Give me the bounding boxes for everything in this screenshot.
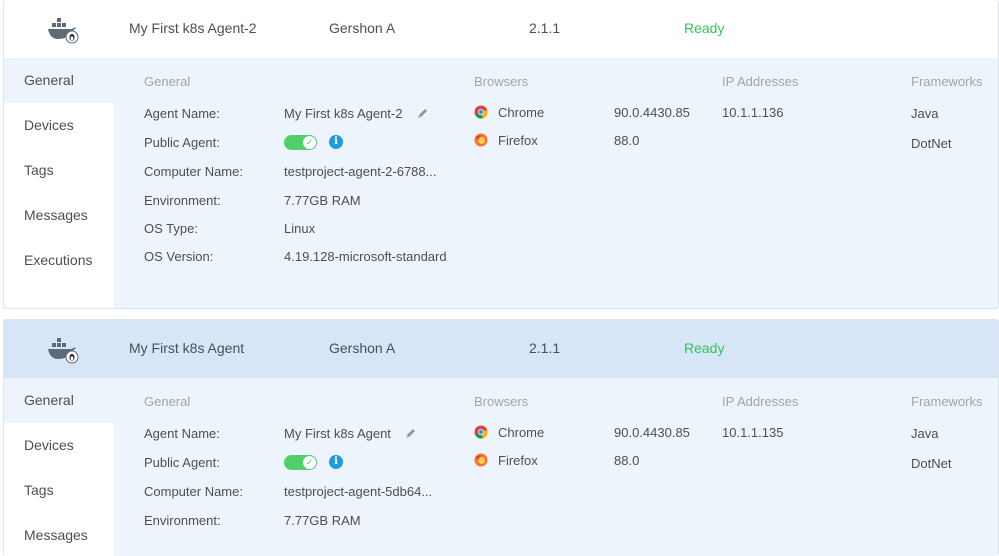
check-icon: ✓ [303,136,316,149]
public-agent-label: Public Agent: [144,135,220,150]
ip-address: 10.1.1.136 [722,105,784,120]
status-badge: Ready [684,20,725,36]
environment-value: 7.77GB RAM [284,513,361,528]
agent-name-label: Agent Name: [144,106,220,121]
framework-item: Java [911,426,939,441]
frameworks-section-title: Frameworks [911,74,983,89]
edit-pencil-icon[interactable] [416,107,429,120]
public-agent-toggle[interactable]: ✓ [284,135,317,150]
agent-tabs: General Devices Tags Messages [4,378,114,556]
agent-owner: Gershon A [329,340,396,356]
edit-pencil-icon[interactable] [404,427,417,440]
agent-row[interactable]: My First k8s Agent-2 Gershon A 2.1.1 Rea… [4,0,998,58]
framework-item: DotNet [911,456,952,471]
ip-address: 10.1.1.135 [722,425,784,440]
agent-name-value: My First k8s Agent-2 [284,106,403,121]
os-type-label: OS Type: [144,221,198,236]
chrome-icon [474,105,488,119]
general-section-title: General [144,74,191,89]
computer-name-value: testproject-agent-2-6788... [284,164,437,179]
browser-version: 88.0 [614,453,640,468]
tab-messages[interactable]: Messages [4,193,114,238]
tab-devices[interactable]: Devices [4,423,114,468]
os-type-value: Linux [284,221,316,236]
tab-tags[interactable]: Tags [4,148,114,193]
ip-section-title: IP Addresses [722,394,799,409]
ip-section-title: IP Addresses [722,74,799,89]
linux-docker-agent-icon [48,338,79,364]
tab-general[interactable]: General [4,378,114,423]
agent-tabs: General Devices Tags Messages Executions [4,58,114,308]
agent-card: My First k8s Agent Gershon A 2.1.1 Ready… [3,319,999,556]
check-icon: ✓ [303,456,316,469]
environment-label: Environment: [144,193,221,208]
os-version-value: 4.19.128-microsoft-standard [284,249,447,264]
browsers-section-title: Browsers [474,74,529,89]
browser-version: 90.0.4430.85 [614,425,690,440]
tab-messages[interactable]: Messages [4,513,114,556]
browser-version: 88.0 [614,133,640,148]
browser-name: Chrome [498,425,545,440]
agent-detail-panel: General Devices Tags Messages Executions… [4,58,998,308]
general-section-title: General [144,394,191,409]
browser-name: Firefox [498,133,538,148]
tab-devices[interactable]: Devices [4,103,114,148]
tab-executions[interactable]: Executions [4,238,114,283]
firefox-icon [474,453,488,467]
environment-value: 7.77GB RAM [284,193,361,208]
info-icon[interactable]: i [329,455,343,469]
browser-version: 90.0.4430.85 [614,105,690,120]
linux-docker-agent-icon [48,18,79,44]
environment-label: Environment: [144,513,221,528]
agent-name-label: Agent Name: [144,426,220,441]
firefox-icon [474,133,488,147]
agent-row[interactable]: My First k8s Agent Gershon A 2.1.1 Ready [4,320,998,378]
computer-name-value: testproject-agent-5db64... [284,484,433,499]
browser-name: Chrome [498,105,545,120]
computer-name-label: Computer Name: [144,484,243,499]
status-badge: Ready [684,340,725,356]
agent-name: My First k8s Agent [129,340,245,356]
computer-name-label: Computer Name: [144,164,243,179]
agent-version: 2.1.1 [529,20,561,36]
browsers-section-title: Browsers [474,394,529,409]
framework-item: Java [911,106,939,121]
agent-card: My First k8s Agent-2 Gershon A 2.1.1 Rea… [3,0,999,309]
chrome-icon [474,425,488,439]
tab-general[interactable]: General [4,58,114,103]
browser-name: Firefox [498,453,538,468]
agent-owner: Gershon A [329,20,396,36]
agent-name: My First k8s Agent-2 [129,20,257,36]
agent-detail-panel: General Devices Tags Messages General Br… [4,378,998,556]
os-version-label: OS Version: [144,249,214,264]
framework-item: DotNet [911,136,952,151]
public-agent-toggle[interactable]: ✓ [284,455,317,470]
agent-version: 2.1.1 [529,340,561,356]
public-agent-label: Public Agent: [144,455,220,470]
agent-name-value: My First k8s Agent [284,426,391,441]
tab-tags[interactable]: Tags [4,468,114,513]
frameworks-section-title: Frameworks [911,394,983,409]
info-icon[interactable]: i [329,135,343,149]
